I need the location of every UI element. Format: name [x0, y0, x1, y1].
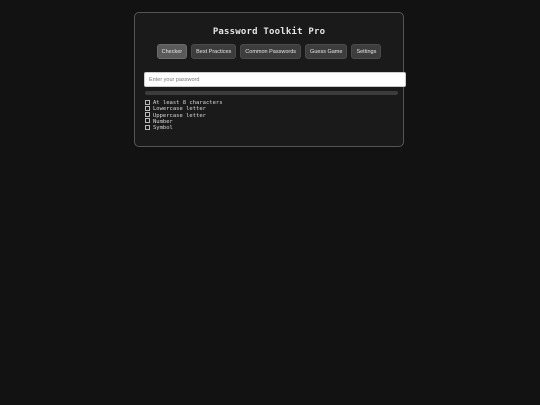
checkbox-icon: [145, 124, 150, 130]
password-toolkit-panel: Password Toolkit Pro Checker Best Practi…: [134, 12, 406, 147]
checkbox-icon: [145, 99, 150, 105]
tab-settings[interactable]: Settings: [351, 44, 382, 59]
tab-checker[interactable]: Checker: [156, 44, 188, 59]
tab-bar: Checker Best Practices Common Passwords …: [135, 44, 403, 59]
requirement-label: Uppercase letter: [153, 112, 206, 119]
strength-meter: [145, 91, 398, 95]
requirement-label: Lowercase letter: [153, 106, 206, 113]
requirements-list: At least 8 characters Lowercase letter U…: [145, 99, 223, 132]
checkbox-icon: [145, 112, 150, 118]
password-input[interactable]: [144, 72, 406, 87]
requirement-item: Symbol: [145, 124, 223, 132]
tab-best-practices[interactable]: Best Practices: [191, 44, 237, 59]
checkbox-icon: [145, 118, 150, 124]
app-title: Password Toolkit Pro: [212, 27, 326, 37]
tab-common-passwords[interactable]: Common Passwords: [240, 44, 302, 59]
tab-guess-game[interactable]: Guess Game: [305, 44, 348, 59]
requirement-label: Number: [153, 118, 173, 125]
requirement-label: Symbol: [153, 125, 173, 132]
checkbox-icon: [145, 105, 150, 111]
requirement-label: At least 8 characters: [153, 100, 223, 106]
